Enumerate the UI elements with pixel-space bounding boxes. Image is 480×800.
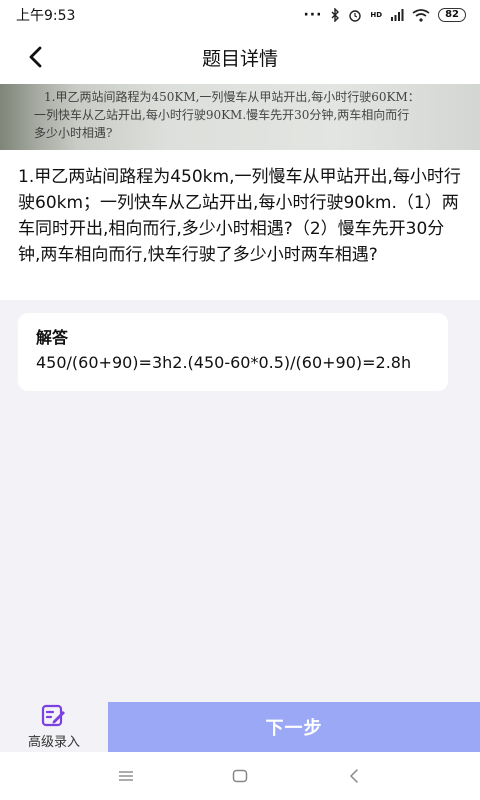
recent-apps-button[interactable] <box>111 761 141 791</box>
system-back-button[interactable] <box>339 761 369 791</box>
system-nav-bar <box>0 752 480 800</box>
menu-icon <box>119 771 133 781</box>
wifi-icon <box>412 8 430 22</box>
back-triangle-icon <box>350 769 358 783</box>
more-dots-icon: ··· <box>303 7 323 23</box>
chevron-left-icon <box>29 46 42 68</box>
question-photo[interactable]: 1.甲乙两站间路程为450KM,一列慢车从甲站开出,每小时行驶60KM： 一列快… <box>0 84 480 150</box>
status-time: 上午9:53 <box>16 8 76 24</box>
back-button[interactable] <box>18 40 52 74</box>
next-step-button[interactable]: 下一步 <box>108 702 480 752</box>
status-icons: ··· HD 82 <box>303 7 466 23</box>
photo-text: 1.甲乙两站间路程为450KM,一列慢车从甲站开出,每小时行驶60KM： 一列快… <box>34 88 480 142</box>
network-type-label: HD <box>370 11 383 19</box>
edit-note-icon <box>41 704 65 727</box>
advanced-entry-button[interactable]: 高级录入 <box>0 702 108 752</box>
home-button[interactable] <box>225 761 255 791</box>
bluetooth-icon <box>331 8 340 22</box>
page-title: 题目详情 <box>201 47 278 70</box>
battery-indicator: 82 <box>438 8 466 22</box>
photo-line: 多少小时相遇? <box>34 126 113 140</box>
bottom-action-bar: 高级录入 下一步 <box>0 702 480 752</box>
alarm-icon <box>349 10 362 22</box>
photo-line: 一列快车从乙站开出,每小时行驶90KM.慢车先开30分钟,两车相向而行 <box>34 108 410 122</box>
question-text: 1.甲乙两站间路程为450km,一列慢车从甲站开出,每小时行驶60km；一列快车… <box>18 167 461 265</box>
photo-line: 1.甲乙两站间路程为450KM,一列慢车从甲站开出,每小时行驶60KM： <box>44 90 420 104</box>
square-home-icon <box>232 769 248 783</box>
question-card: 1.甲乙两站间路程为450km,一列慢车从甲站开出,每小时行驶60km；一列快车… <box>0 150 480 300</box>
nav-bar: 题目详情 <box>0 30 480 84</box>
status-bar: 上午9:53 ··· HD 82 <box>0 0 480 30</box>
answer-text: 450/(60+90)=3h2.(450-60*0.5)/(60+90)=2.8… <box>36 353 412 372</box>
advanced-entry-label: 高级录入 <box>27 735 80 750</box>
answer-title: 解答 <box>36 328 69 347</box>
answer-card: 解答 450/(60+90)=3h2.(450-60*0.5)/(60+90)=… <box>18 313 448 391</box>
signal-icon <box>391 9 404 21</box>
